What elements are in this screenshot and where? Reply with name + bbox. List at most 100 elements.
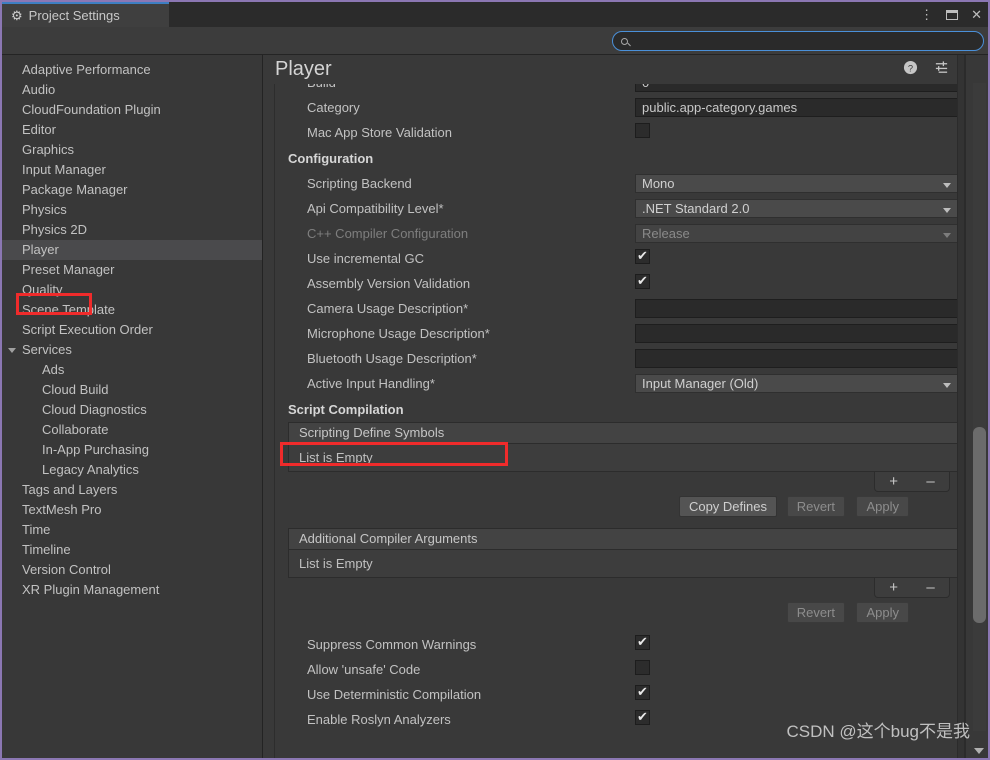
list-add-remove-buttons[interactable]: + – [874,472,950,492]
row-build[interactable]: Build 0 [275,84,974,95]
sidebar-item-version-control[interactable]: Version Control [2,560,262,580]
sidebar-item-script-execution-order[interactable]: Script Execution Order [2,320,262,340]
sidebar-item-scene-template[interactable]: Scene Template [2,300,262,320]
sidebar-item-cloud-diagnostics[interactable]: Cloud Diagnostics [2,400,262,420]
roslyn-analyzers-checkbox[interactable] [635,709,650,725]
allow-unsafe-checkbox[interactable] [635,660,650,675]
row-label: Scripting Backend [307,176,412,191]
row-category[interactable]: Category public.app-category.games [275,95,974,120]
incremental-gc-checkbox[interactable] [635,248,650,264]
sidebar-item-player[interactable]: Player [2,240,262,260]
row-suppress-common-warnings[interactable]: Suppress Common Warnings [275,632,974,657]
mac-validation-checkbox[interactable] [635,123,650,138]
row-microphone-usage-description[interactable]: Microphone Usage Description* [275,321,974,346]
sidebar-item-audio[interactable]: Audio [2,80,262,100]
camera-usage-field[interactable] [635,299,959,318]
preset-sliders-icon[interactable] [934,60,949,75]
row-bluetooth-usage-description[interactable]: Bluetooth Usage Description* [275,346,974,371]
help-icon[interactable]: ? [903,60,918,75]
row-use-deterministic-compilation[interactable]: Use Deterministic Compilation [275,682,974,707]
row-scripting-backend[interactable]: Scripting Backend Mono [275,171,974,196]
sidebar-item-physics-2d[interactable]: Physics 2D [2,220,262,240]
copy-defines-button[interactable]: Copy Defines [678,496,777,517]
apply-button[interactable]: Apply [856,602,909,623]
title-bar: ⚙ Project Settings ⋮ ✕ [2,2,988,27]
add-icon[interactable]: + [889,580,898,595]
sidebar-item-collaborate[interactable]: Collaborate [2,420,262,440]
scroll-down-arrow-icon[interactable] [974,748,984,754]
row-mac-app-store-validation[interactable]: Mac App Store Validation [275,120,974,145]
svg-text:?: ? [908,63,913,73]
row-label: Microphone Usage Description* [307,326,490,341]
deterministic-compilation-checkbox[interactable] [635,684,650,700]
sidebar-item-graphics[interactable]: Graphics [2,140,262,160]
sidebar-item-label: Input Manager [22,162,106,177]
search-input[interactable] [634,35,964,47]
sidebar-item-input-manager[interactable]: Input Manager [2,160,262,180]
scripting-backend-dropdown[interactable]: Mono [635,174,959,193]
scrollbar-track[interactable] [973,83,986,731]
sidebar-item-timeline[interactable]: Timeline [2,540,262,560]
sidebar-item-services[interactable]: Services [2,340,262,360]
sidebar-item-label: Ads [42,362,65,377]
build-field[interactable]: 0 [635,84,959,92]
sidebar-item-package-manager[interactable]: Package Manager [2,180,262,200]
sidebar-item-adaptive-performance[interactable]: Adaptive Performance [2,60,262,80]
sidebar-item-preset-manager[interactable]: Preset Manager [2,260,262,280]
row-use-incremental-gc[interactable]: Use incremental GC [275,246,974,271]
api-compatibility-dropdown[interactable]: .NET Standard 2.0 [635,199,959,218]
row-allow-unsafe-code[interactable]: Allow 'unsafe' Code [275,657,974,682]
maximize-icon[interactable] [946,9,959,20]
dropdown-value: Release [642,226,690,241]
scripting-define-symbols-list[interactable]: Scripting Define Symbols List is Empty +… [288,422,958,520]
sidebar-item-textmesh-pro[interactable]: TextMesh Pro [2,500,262,520]
bluetooth-usage-field[interactable] [635,349,959,368]
row-enable-roslyn-analyzers[interactable]: Enable Roslyn Analyzers [275,707,974,732]
sidebar-item-cloud-build[interactable]: Cloud Build [2,380,262,400]
dropdown-value: Input Manager (Old) [642,376,759,391]
kebab-menu-icon[interactable]: ⋮ [920,8,933,21]
sidebar-item-label: Collaborate [42,422,109,437]
sidebar-item-ads[interactable]: Ads [2,360,262,380]
apply-button[interactable]: Apply [856,496,909,517]
settings-sidebar[interactable]: Adaptive Performance Audio CloudFoundation… [2,55,263,758]
section-header-script-compilation: Script Compilation [288,401,404,417]
active-input-dropdown[interactable]: Input Manager (Old) [635,374,959,393]
suppress-warnings-checkbox[interactable] [635,634,650,650]
player-settings-panel: Player ? Category public.app-category.ga… [264,55,988,758]
sidebar-item-editor[interactable]: Editor [2,120,262,140]
additional-compiler-arguments-list[interactable]: Additional Compiler Arguments List is Em… [288,528,958,626]
sidebar-item-quality[interactable]: Quality [2,280,262,300]
sidebar-item-time[interactable]: Time [2,520,262,540]
sidebar-item-cloudfoundation-plugin[interactable]: CloudFoundation Plugin [2,100,262,120]
assembly-validation-checkbox[interactable] [635,273,650,289]
row-label: Suppress Common Warnings [307,637,477,652]
sidebar-item-in-app-purchasing[interactable]: In-App Purchasing [2,440,262,460]
add-icon[interactable]: + [889,474,898,489]
panel-header: Player ? [264,55,988,83]
row-assembly-version-validation[interactable]: Assembly Version Validation [275,271,974,296]
row-api-compatibility-level[interactable]: Api Compatibility Level* .NET Standard 2… [275,196,974,221]
sidebar-item-legacy-analytics[interactable]: Legacy Analytics [2,460,262,480]
tab-project-settings[interactable]: ⚙ Project Settings [2,2,169,27]
vertical-scrollbar[interactable] [965,55,988,758]
scrollbar-thumb[interactable] [973,427,986,623]
search-box[interactable] [612,31,984,51]
sidebar-item-tags-and-layers[interactable]: Tags and Layers [2,480,262,500]
remove-icon[interactable]: – [926,580,934,595]
sidebar-item-label: Scene Template [22,302,115,317]
row-camera-usage-description[interactable]: Camera Usage Description* [275,296,974,321]
remove-icon[interactable]: – [926,474,934,489]
microphone-usage-field[interactable] [635,324,959,343]
sidebar-item-xr-plugin-management[interactable]: XR Plugin Management [2,580,262,600]
row-active-input-handling[interactable]: Active Input Handling* Input Manager (Ol… [275,371,974,396]
chevron-down-icon[interactable] [8,348,16,356]
list-add-remove-buttons[interactable]: + – [874,578,950,598]
revert-button[interactable]: Revert [786,602,845,623]
sidebar-item-physics[interactable]: Physics [2,200,262,220]
gear-icon: ⚙ [11,8,23,23]
inspector-scroll-area[interactable]: Build 0 Category public.app-category.gam… [274,84,974,758]
close-icon[interactable]: ✕ [971,8,982,21]
revert-button[interactable]: Revert [786,496,845,517]
category-field[interactable]: public.app-category.games [635,98,959,117]
